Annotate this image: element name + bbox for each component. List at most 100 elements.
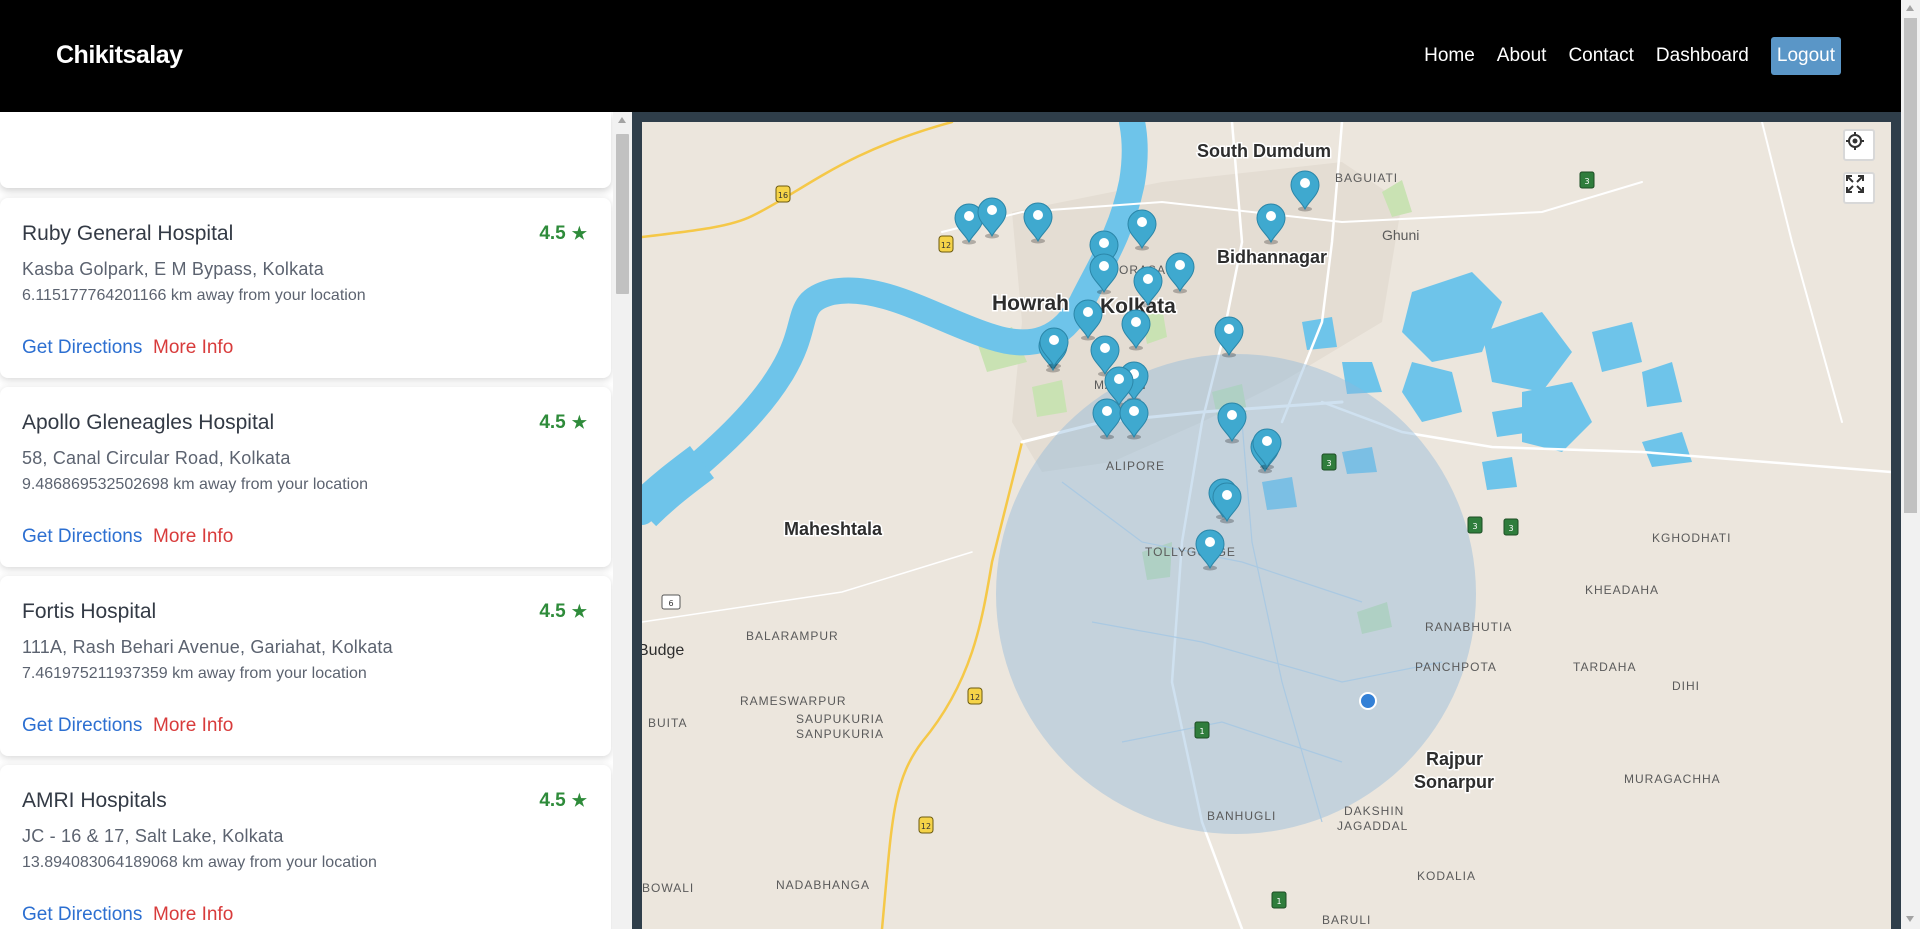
label-bidhannagar: Bidhannagar	[1217, 247, 1327, 267]
map-canvas[interactable]: 16 12 12 12 6 3 3 3 3 1 1 South Dumdum B…	[642, 122, 1891, 929]
star-icon: ★	[571, 602, 587, 621]
rating-value: 4.5	[539, 223, 566, 244]
brand-logo[interactable]: Chikitsalay	[56, 41, 183, 70]
label-kghodhati: KGHODHATI	[1652, 531, 1731, 545]
crosshair-icon	[1846, 132, 1864, 150]
label-banhugli: BANHUGLI	[1207, 809, 1276, 823]
label-ranabhutia: RANABHUTIA	[1425, 620, 1512, 634]
nav-links: Home About Contact Dashboard Logout	[1402, 37, 1841, 75]
more-info-link[interactable]: More Info	[153, 904, 233, 926]
hospital-distance: 9.486869532502698 km away from your loca…	[22, 476, 368, 493]
rating-value: 4.5	[539, 601, 566, 622]
scrollbar-thumb[interactable]	[1904, 18, 1917, 513]
navbar: Chikitsalay Home About Contact Dashboard…	[0, 0, 1901, 112]
label-alipore: ALIPORE	[1106, 459, 1165, 473]
hospital-distance: 7.461975211937359 km away from your loca…	[22, 665, 367, 682]
get-directions-link[interactable]: Get Directions	[22, 526, 142, 548]
hospital-card: AMRI Hospitals 4.5 ★ JC - 16 & 17, Salt L…	[0, 765, 611, 929]
hospital-distance: 13.894083064189068 km away from your loc…	[22, 854, 377, 871]
label-panchpota: PANCHPOTA	[1415, 660, 1497, 674]
hospital-address: 58, Canal Circular Road, Kolkata	[22, 448, 291, 468]
hospital-card: Ruby General Hospital 4.5 ★ Kasba Golpark…	[0, 198, 611, 378]
map-view[interactable]: 16 12 12 12 6 3 3 3 3 1 1 South Dumdum B…	[642, 122, 1891, 929]
scrollbar-thumb[interactable]	[616, 134, 629, 294]
label-buita: BUITA	[648, 716, 687, 730]
hospital-rating: 4.5 ★	[539, 412, 587, 434]
svg-text:1: 1	[1276, 897, 1281, 906]
nav-about-link[interactable]: About	[1497, 37, 1547, 75]
hospital-address: JC - 16 & 17, Salt Lake, Kolkata	[22, 826, 284, 846]
label-dihi: DIHI	[1672, 679, 1700, 693]
hospital-name: AMRI Hospitals	[22, 789, 167, 812]
svg-text:3: 3	[1508, 524, 1513, 533]
more-info-link[interactable]: More Info	[153, 337, 233, 359]
current-location-dot	[1359, 692, 1377, 710]
label-rameswarpur: RAMESWARPUR	[740, 694, 847, 708]
svg-text:1: 1	[1199, 727, 1204, 736]
svg-text:3: 3	[1584, 177, 1589, 186]
svg-text:12: 12	[921, 822, 931, 831]
hospital-name: Ruby General Hospital	[22, 222, 234, 245]
label-baruli: BARULI	[1322, 913, 1371, 927]
label-dakshin: DAKSHIN	[1344, 804, 1404, 818]
label-howrah: Howrah	[992, 292, 1069, 315]
nav-home-link[interactable]: Home	[1424, 37, 1475, 75]
label-saupukuria: SAUPUKURIA	[796, 712, 884, 726]
label-muragachha: MURAGACHHA	[1624, 772, 1721, 786]
label-budge: Budge	[642, 642, 684, 659]
svg-text:12: 12	[970, 693, 980, 702]
label-kheadaha: KHEADAHA	[1585, 583, 1659, 597]
label-jagaddal: JAGADDAL	[1337, 819, 1408, 833]
more-info-link[interactable]: More Info	[153, 715, 233, 737]
hospital-list-panel[interactable]: Ruby General Hospital 4.5 ★ Kasba Golpark…	[0, 112, 632, 929]
hospital-name: Apollo Gleneagles Hospital	[22, 411, 275, 434]
svg-text:12: 12	[941, 241, 951, 250]
scroll-up-arrow-icon[interactable]	[1906, 5, 1914, 11]
locate-button[interactable]	[1843, 129, 1875, 161]
hospital-name: Fortis Hospital	[22, 600, 157, 623]
nav-contact-link[interactable]: Contact	[1568, 37, 1633, 75]
label-south-dumdum: South Dumdum	[1197, 141, 1331, 161]
search-card[interactable]	[0, 112, 611, 188]
hospital-distance: 6.115177764201166 km away from your loca…	[22, 287, 366, 304]
logout-button[interactable]: Logout	[1770, 37, 1841, 75]
label-bowali: BOWALI	[642, 881, 694, 895]
expand-icon	[1846, 175, 1864, 193]
label-balarampur: BALARAMPUR	[746, 629, 839, 643]
svg-text:3: 3	[1326, 459, 1331, 468]
label-rajpur: Rajpur	[1426, 749, 1483, 769]
get-directions-link[interactable]: Get Directions	[22, 715, 142, 737]
label-baguiati: BAGUIATI	[1335, 171, 1398, 185]
hospital-rating: 4.5 ★	[539, 223, 587, 245]
label-maheshtala: Maheshtala	[784, 519, 883, 539]
hospital-address: Kasba Golpark, E M Bypass, Kolkata	[22, 259, 324, 279]
get-directions-link[interactable]: Get Directions	[22, 337, 142, 359]
page-scrollbar[interactable]	[1901, 0, 1920, 929]
label-nadabhanga: NADABHANGA	[776, 878, 870, 892]
label-sanpukuria: SANPUKURIA	[796, 727, 884, 741]
star-icon: ★	[571, 224, 587, 243]
sidebar-scrollbar[interactable]	[613, 112, 632, 929]
hospital-card: Apollo Gleneagles Hospital 4.5 ★ 58, Cana…	[0, 387, 611, 567]
hospital-rating: 4.5 ★	[539, 790, 587, 812]
scroll-down-arrow-icon[interactable]	[1906, 916, 1914, 922]
star-icon: ★	[571, 791, 587, 810]
rating-value: 4.5	[539, 790, 566, 811]
svg-text:16: 16	[778, 191, 788, 200]
rating-value: 4.5	[539, 412, 566, 433]
label-ghuni: Ghuni	[1382, 227, 1419, 243]
label-kodalia: KODALIA	[1417, 869, 1476, 883]
more-info-link[interactable]: More Info	[153, 526, 233, 548]
hospital-address: 111A, Rash Behari Avenue, Gariahat, Kolk…	[22, 637, 393, 657]
nav-dashboard-link[interactable]: Dashboard	[1656, 37, 1749, 75]
star-icon: ★	[571, 413, 587, 432]
svg-text:6: 6	[668, 599, 673, 608]
get-directions-link[interactable]: Get Directions	[22, 904, 142, 926]
hospital-rating: 4.5 ★	[539, 601, 587, 623]
svg-text:3: 3	[1472, 522, 1477, 531]
hospital-card: Fortis Hospital 4.5 ★ 111A, Rash Behari A…	[0, 576, 611, 756]
label-sonarpur: Sonarpur	[1414, 772, 1494, 792]
scroll-up-arrow-icon[interactable]	[618, 117, 626, 123]
label-tardaha: TARDAHA	[1573, 660, 1636, 674]
fullscreen-button[interactable]	[1843, 172, 1875, 204]
